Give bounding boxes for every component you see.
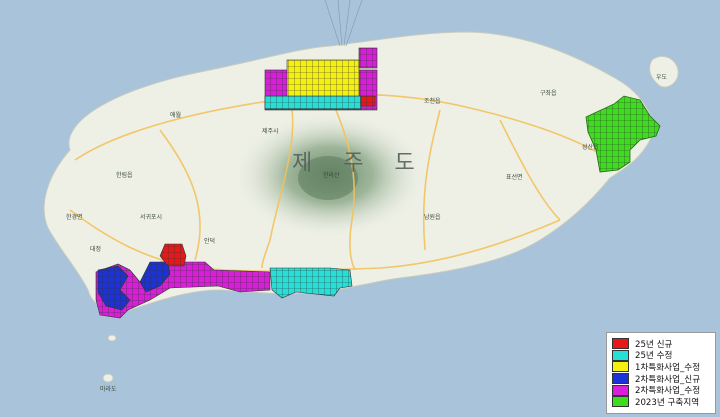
legend-swatch bbox=[612, 396, 629, 408]
place-label: 한림읍 bbox=[116, 172, 133, 179]
legend-swatch bbox=[612, 361, 629, 373]
map-legend: 25년 신규 25년 수정 1차특화사업_수정 2차특화사업_신규 2차특화사업… bbox=[606, 332, 716, 414]
island-title: 제 주 도 bbox=[292, 151, 427, 176]
legend-label: 25년 수정 bbox=[635, 351, 673, 362]
legend-swatch bbox=[612, 338, 629, 350]
place-label: 우도 bbox=[656, 74, 668, 81]
legend-item-25-modified: 25년 수정 bbox=[612, 349, 711, 362]
gapado-island-shape bbox=[107, 334, 117, 342]
place-label: 조천읍 bbox=[424, 98, 441, 105]
place-label: 애월 bbox=[170, 112, 182, 119]
place-label: 한라산 bbox=[323, 172, 340, 179]
marado-island-shape bbox=[102, 373, 114, 383]
legend-label: 2차특화사업_수정 bbox=[635, 386, 701, 397]
legend-label: 25년 신규 bbox=[635, 339, 673, 350]
place-label: 성산읍 bbox=[582, 144, 599, 151]
map-view[interactable]: 제 주 도 서귀포시 제주시 우도 한라산 애월 한림읍 한경면 대정 안덕 남… bbox=[0, 0, 720, 417]
legend-swatch bbox=[612, 384, 629, 396]
place-label: 서귀포시 bbox=[140, 214, 163, 221]
legend-item-2023-built: 2023년 구축지역 bbox=[612, 396, 711, 408]
legend-label: 1차특화사업_수정 bbox=[635, 362, 701, 373]
place-label: 남원읍 bbox=[424, 214, 441, 221]
place-label: 제주시 bbox=[262, 128, 279, 135]
place-label: 표선면 bbox=[506, 174, 523, 181]
legend-item-1st-project-modified: 1차특화사업_수정 bbox=[612, 361, 711, 373]
legend-swatch bbox=[612, 373, 629, 385]
place-label: 대정 bbox=[90, 246, 102, 253]
legend-label: 2023년 구축지역 bbox=[635, 397, 700, 408]
legend-item-2nd-project-modified: 2차특화사업_수정 bbox=[612, 384, 711, 396]
place-label: 한경면 bbox=[66, 214, 83, 221]
place-label: 구좌읍 bbox=[540, 90, 557, 97]
shipping-lanes bbox=[324, 0, 363, 47]
legend-label: 2차특화사업_신규 bbox=[635, 374, 701, 385]
legend-swatch bbox=[612, 349, 629, 361]
place-label: 안덕 bbox=[204, 238, 216, 245]
place-label: 마라도 bbox=[100, 386, 117, 393]
legend-item-25-new: 25년 신규 bbox=[612, 338, 711, 350]
legend-item-2nd-project-new: 2차특화사업_신규 bbox=[612, 373, 711, 385]
